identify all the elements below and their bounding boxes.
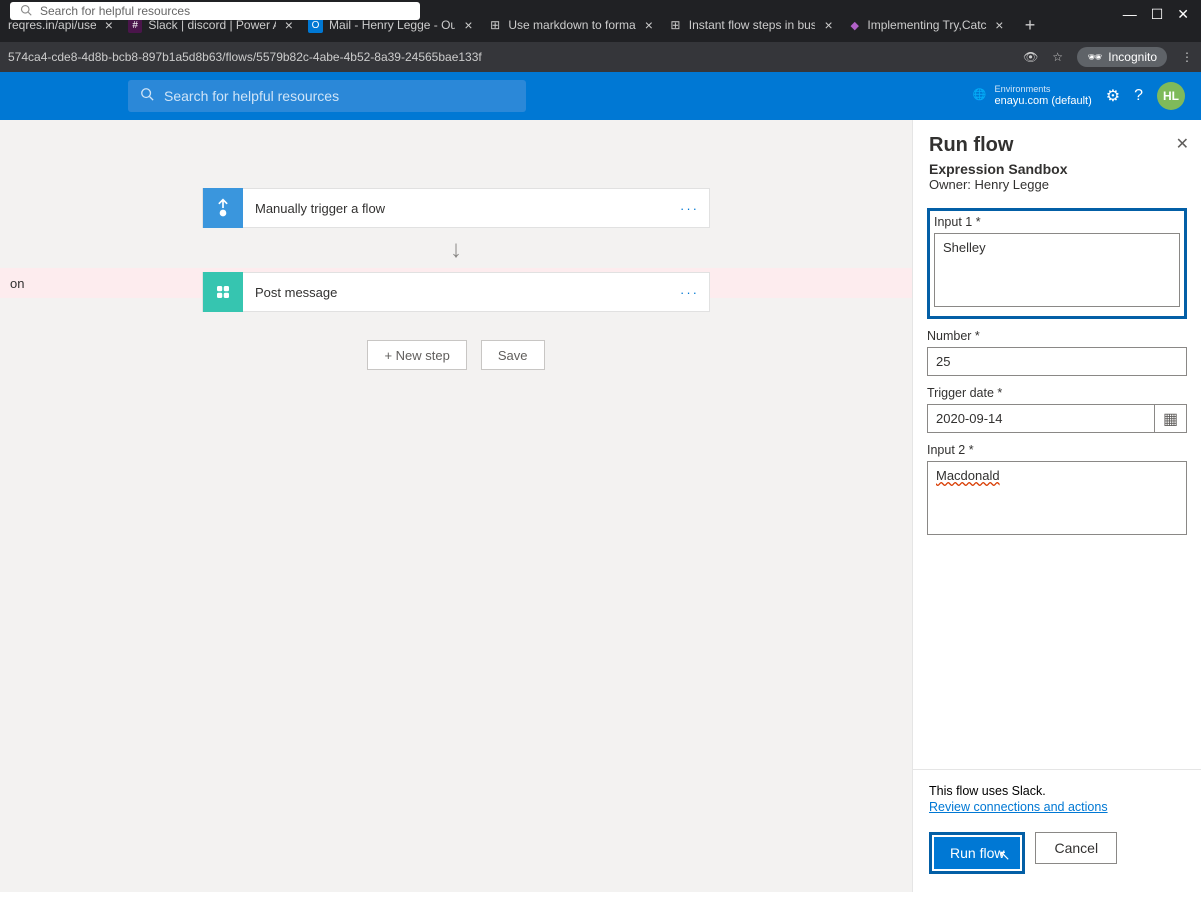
maximize-icon[interactable]: ☐ [1151, 6, 1164, 23]
tab-markdown[interactable]: ⊞ Use markdown to format P × [480, 10, 660, 40]
save-button[interactable]: Save [481, 340, 545, 370]
flow-canvas: on Manually trigger a flow ··· ↓ Post me… [0, 120, 912, 892]
input2-field: Input 2 * Macdonald [927, 443, 1187, 540]
ms-icon: ⊞ [488, 17, 502, 33]
close-icon[interactable]: ✕ [1176, 134, 1189, 154]
tab-label: reqres.in/api/users [8, 18, 96, 32]
star-icon[interactable]: ☆ [1052, 50, 1063, 64]
menu-icon[interactable]: ⋮ [1181, 50, 1193, 64]
gear-icon[interactable]: ⚙ [1106, 86, 1120, 106]
close-icon[interactable]: ✕ [1177, 6, 1189, 23]
diamond-icon: ◆ [848, 17, 861, 33]
avatar[interactable]: HL [1157, 82, 1185, 110]
panel-title: Run flow [929, 134, 1185, 157]
number-label: Number * [927, 329, 1187, 343]
tab-label: Instant flow steps in busin [689, 18, 816, 32]
search-box[interactable] [128, 80, 526, 112]
incognito-icon: 🕶 [1087, 50, 1102, 64]
app-header: 🌐 Environments enayu.com (default) ⚙ ? H… [0, 72, 1201, 120]
number-field: Number * [927, 329, 1187, 376]
trigger-date-field: Trigger date * ▦ [927, 386, 1187, 433]
search-icon [20, 4, 32, 19]
new-tab-button[interactable]: + [1016, 15, 1044, 36]
eye-off-icon[interactable]: 👁 [1023, 50, 1038, 64]
cursor-icon: ↖ [999, 847, 1011, 864]
address-bar: 574ca4-cde8-4d8b-bcb8-897b1a5d8b63/flows… [0, 42, 1201, 72]
close-icon[interactable]: × [821, 17, 836, 33]
review-connections-link[interactable]: Review connections and actions [929, 800, 1108, 814]
input1-textarea[interactable]: Shelley [934, 233, 1180, 307]
tab-instant[interactable]: ⊞ Instant flow steps in busin × [660, 10, 840, 40]
post-step[interactable]: Post message ··· [202, 272, 710, 312]
post-label: Post message [255, 285, 680, 300]
notification-text: on [10, 276, 24, 291]
environment-picker[interactable]: 🌐 Environments enayu.com (default) [973, 84, 1092, 108]
trigger-label: Manually trigger a flow [255, 201, 680, 216]
tab-trycatch[interactable]: ◆ Implementing Try,Catch an × [840, 10, 1010, 40]
tab-label: Implementing Try,Catch an [867, 18, 986, 32]
close-icon[interactable]: × [642, 17, 656, 33]
trigger-date-input[interactable] [927, 404, 1155, 433]
search-peek-text: Search for helpful resources [40, 4, 190, 18]
ms-icon: ⊞ [668, 17, 683, 33]
env-label: Environments [995, 84, 1092, 95]
panel-owner: Owner: Henry Legge [929, 177, 1049, 192]
incognito-badge: 🕶 Incognito [1077, 47, 1167, 67]
incognito-label: Incognito [1108, 50, 1157, 64]
env-value: enayu.com (default) [995, 95, 1092, 107]
tab-label: Mail - Henry Legge - Outl [329, 18, 455, 32]
tab-label: Use markdown to format P [508, 18, 635, 32]
panel-subtitle: Expression Sandbox [929, 161, 1185, 177]
window-controls: — ☐ ✕ [1111, 0, 1201, 29]
step-menu-icon[interactable]: ··· [680, 201, 699, 216]
trigger-step[interactable]: Manually trigger a flow ··· [202, 188, 710, 228]
run-flow-button[interactable]: Run flow ↖ [934, 837, 1020, 869]
input2-textarea[interactable]: Macdonald [927, 461, 1187, 535]
input2-label: Input 2 * [927, 443, 1187, 457]
minimize-icon[interactable]: — [1123, 6, 1137, 23]
run-flow-label: Run flow [950, 845, 1004, 861]
footer-text: This flow uses Slack. [929, 784, 1185, 798]
trigger-icon [203, 188, 243, 228]
input1-label: Input 1 * [934, 215, 1180, 229]
slack-action-icon [203, 272, 243, 312]
search-icon [140, 87, 154, 106]
help-icon[interactable]: ? [1134, 87, 1143, 105]
close-icon[interactable]: × [993, 17, 1006, 33]
calendar-icon[interactable]: ▦ [1155, 404, 1187, 433]
new-step-button[interactable]: + New step [367, 340, 466, 370]
run-flow-panel: Run flow ✕ Expression Sandbox Owner: Hen… [912, 120, 1201, 892]
run-button-highlight: Run flow ↖ [929, 832, 1025, 874]
close-icon[interactable]: × [461, 17, 476, 33]
globe-icon: 🌐 [973, 89, 987, 102]
number-input[interactable] [927, 347, 1187, 376]
arrow-down-icon: ↓ [450, 236, 462, 264]
step-menu-icon[interactable]: ··· [680, 285, 699, 300]
input1-field: Input 1 * Shelley [927, 208, 1187, 319]
cancel-button[interactable]: Cancel [1035, 832, 1117, 864]
trigger-date-label: Trigger date * [927, 386, 1187, 400]
tab-label: Slack | discord | Power Aut [148, 18, 275, 32]
search-input[interactable] [164, 88, 514, 104]
url-text[interactable]: 574ca4-cde8-4d8b-bcb8-897b1a5d8b63/flows… [8, 50, 482, 64]
search-peek-duplicate: Search for helpful resources [10, 2, 420, 20]
